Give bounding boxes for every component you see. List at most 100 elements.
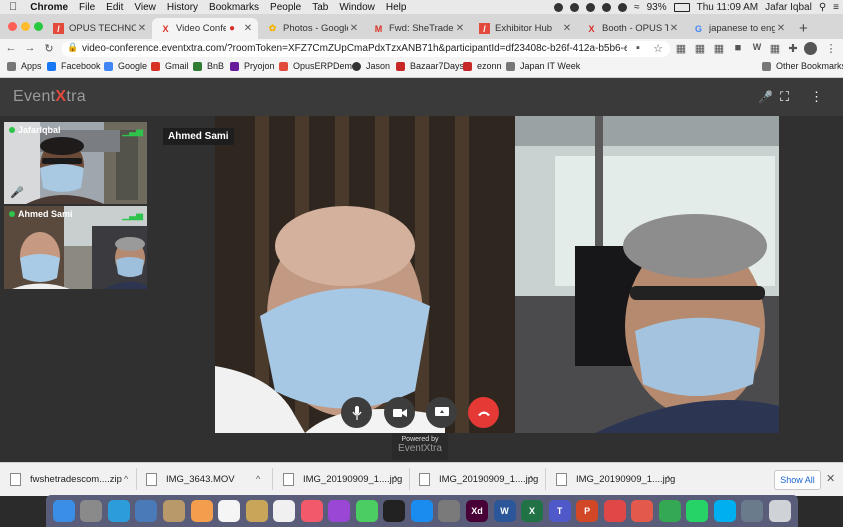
wifi-icon[interactable]: ≈ bbox=[634, 2, 640, 13]
powerpoint-icon[interactable]: P bbox=[576, 500, 599, 522]
participant-tile-ahmed-sami[interactable]: Ahmed Sami ▁▃▅ bbox=[4, 206, 147, 289]
bookmark-bnb[interactable]: BnB bbox=[193, 61, 224, 71]
lock-icon[interactable]: 🔒 bbox=[66, 42, 80, 53]
fullscreen-icon[interactable]: ⛶ bbox=[780, 89, 789, 105]
bookmark-japan-it-week[interactable]: Japan IT Week bbox=[506, 61, 580, 71]
bookmark-google[interactable]: Google bbox=[104, 61, 147, 71]
bookmark-ezonn[interactable]: ezonn bbox=[463, 61, 502, 71]
contacts-icon[interactable] bbox=[162, 500, 185, 522]
chevron-up-icon[interactable]: ^ bbox=[124, 474, 128, 484]
close-downloads-icon[interactable]: ✕ bbox=[826, 472, 835, 485]
extensions-puzzle-icon[interactable]: ✚ bbox=[786, 42, 800, 55]
microphone-button[interactable] bbox=[341, 397, 372, 428]
sketchbook-icon[interactable] bbox=[631, 500, 654, 522]
new-tab-icon[interactable]: + bbox=[799, 20, 808, 37]
camera-button[interactable] bbox=[384, 397, 415, 428]
menu-bookmarks[interactable]: Bookmarks bbox=[209, 2, 259, 13]
main-video[interactable] bbox=[215, 116, 779, 433]
podcasts-icon[interactable] bbox=[328, 500, 351, 522]
chrome-icon[interactable] bbox=[658, 500, 681, 522]
tab-close-icon[interactable]: ✕ bbox=[561, 23, 573, 34]
finder-icon[interactable] bbox=[52, 500, 75, 522]
skype-icon[interactable] bbox=[713, 500, 736, 522]
bookmark-bazaar7days[interactable]: Bazaar7Days bbox=[396, 61, 464, 71]
download-item[interactable]: IMG_20190909_1....jpg ^ bbox=[283, 470, 403, 488]
teams-icon[interactable]: T bbox=[548, 500, 571, 522]
control-center-icon[interactable]: ≡ bbox=[833, 2, 839, 13]
reminders-icon[interactable] bbox=[273, 500, 296, 522]
system-preferences-icon[interactable] bbox=[438, 500, 461, 522]
bookmark-facebook[interactable]: Facebook bbox=[47, 61, 101, 71]
bookmark-gmail[interactable]: Gmail bbox=[151, 61, 189, 71]
bookmark-opuserpdemo[interactable]: OpusERPDemo bbox=[279, 61, 357, 71]
tab-close-icon[interactable]: ✕ bbox=[136, 23, 148, 34]
chrome-menu-icon[interactable]: ⋮ bbox=[824, 42, 838, 55]
more-options-icon[interactable]: ⋮ bbox=[810, 89, 823, 105]
window-close-icon[interactable] bbox=[8, 22, 17, 31]
tab-close-icon[interactable]: ✕ bbox=[348, 23, 360, 34]
extension-icon[interactable]: ▦ bbox=[674, 42, 688, 55]
screen-share-button[interactable] bbox=[426, 397, 457, 428]
stack-icon[interactable] bbox=[603, 500, 626, 522]
excel-icon[interactable]: X bbox=[521, 500, 544, 522]
safari-icon[interactable] bbox=[107, 500, 130, 522]
menu-view[interactable]: View bbox=[134, 2, 156, 13]
tab-exhibitor-hub[interactable]: / Exhibitor Hub ✕ bbox=[471, 18, 577, 39]
bookmark-star-icon[interactable]: ☆ bbox=[651, 42, 665, 55]
participant-tile-jafariqbal[interactable]: JafarIqbal ▁▃▅ 🎤 bbox=[4, 122, 147, 204]
calendar-icon[interactable] bbox=[218, 500, 241, 522]
menu-window[interactable]: Window bbox=[339, 2, 375, 13]
cloud-icon[interactable] bbox=[554, 2, 564, 12]
preview-icon[interactable] bbox=[135, 500, 158, 522]
tab-close-icon[interactable]: ✕ bbox=[454, 23, 466, 34]
profile-avatar[interactable] bbox=[804, 42, 817, 55]
dropbox-icon[interactable] bbox=[602, 2, 612, 12]
bookmark-other[interactable]: Other Bookmarks bbox=[762, 61, 843, 71]
tab-google-photos[interactable]: ✿ Photos - Google Photos ✕ bbox=[259, 18, 364, 39]
chevron-up-icon[interactable]: ^ bbox=[666, 474, 670, 484]
microphone-muted-icon[interactable]: 🎤 bbox=[758, 90, 773, 104]
extension-icon[interactable]: ▦ bbox=[693, 42, 707, 55]
spotlight-icon[interactable]: ⚲ bbox=[819, 2, 826, 13]
photos-icon[interactable] bbox=[190, 500, 213, 522]
tab-close-icon[interactable]: ✕ bbox=[242, 23, 254, 34]
menu-file[interactable]: File bbox=[79, 2, 95, 13]
notes-icon[interactable] bbox=[245, 500, 268, 522]
extension-icon[interactable]: ■ bbox=[731, 42, 745, 54]
screenshot-icon[interactable] bbox=[741, 500, 764, 522]
bookmark-apps[interactable]: Apps bbox=[7, 61, 42, 71]
chevron-up-icon[interactable]: ^ bbox=[256, 474, 260, 484]
menu-history[interactable]: History bbox=[167, 2, 198, 13]
camera-status-icon[interactable] bbox=[586, 2, 596, 12]
end-call-button[interactable] bbox=[468, 397, 499, 428]
extension-icon[interactable]: ▦ bbox=[768, 42, 782, 55]
extension-icon[interactable]: W bbox=[750, 42, 764, 52]
download-item[interactable]: IMG_20190909_1....jpg ^ bbox=[556, 470, 676, 488]
skype-status-icon[interactable] bbox=[570, 2, 580, 12]
word-icon[interactable]: W bbox=[493, 500, 516, 522]
tab-gmail-shetrades[interactable]: M Fwd: SheTrades Com ✕ bbox=[365, 18, 470, 39]
appletv-icon[interactable] bbox=[383, 500, 406, 522]
tab-close-icon[interactable]: ✕ bbox=[668, 23, 680, 34]
bookmark-jason[interactable]: Jason bbox=[352, 61, 390, 71]
window-zoom-icon[interactable] bbox=[34, 22, 43, 31]
bookmark-pryojon[interactable]: Pryojon bbox=[230, 61, 275, 71]
whatsapp-icon[interactable] bbox=[686, 500, 709, 522]
adobe-xd-icon[interactable]: Xd bbox=[465, 500, 488, 522]
tab-booth-opus[interactable]: X Booth - OPUS TECH ✕ bbox=[578, 18, 684, 39]
download-item[interactable]: fwshetradescom....zip ^ bbox=[10, 470, 130, 488]
window-minimize-icon[interactable] bbox=[21, 22, 30, 31]
forward-icon[interactable]: → bbox=[23, 42, 37, 54]
menu-help[interactable]: Help bbox=[386, 2, 407, 13]
bluetooth-icon[interactable] bbox=[618, 2, 628, 12]
download-item[interactable]: IMG_20190909_1....jpg ^ bbox=[419, 470, 539, 488]
extension-icon[interactable]: ▦ bbox=[712, 42, 726, 55]
appstore-icon[interactable] bbox=[410, 500, 433, 522]
menubar-clock[interactable]: Thu 11:09 AM bbox=[697, 2, 759, 13]
trash-icon[interactable] bbox=[768, 500, 791, 522]
menu-edit[interactable]: Edit bbox=[106, 2, 123, 13]
menu-tab[interactable]: Tab bbox=[312, 2, 328, 13]
tab-close-icon[interactable]: ✕ bbox=[775, 23, 787, 34]
address-url[interactable]: video-conference.eventxtra.com/?roomToke… bbox=[82, 43, 627, 54]
tab-opus-technology[interactable]: / OPUS TECHNOLOGY ✕ bbox=[45, 18, 152, 39]
